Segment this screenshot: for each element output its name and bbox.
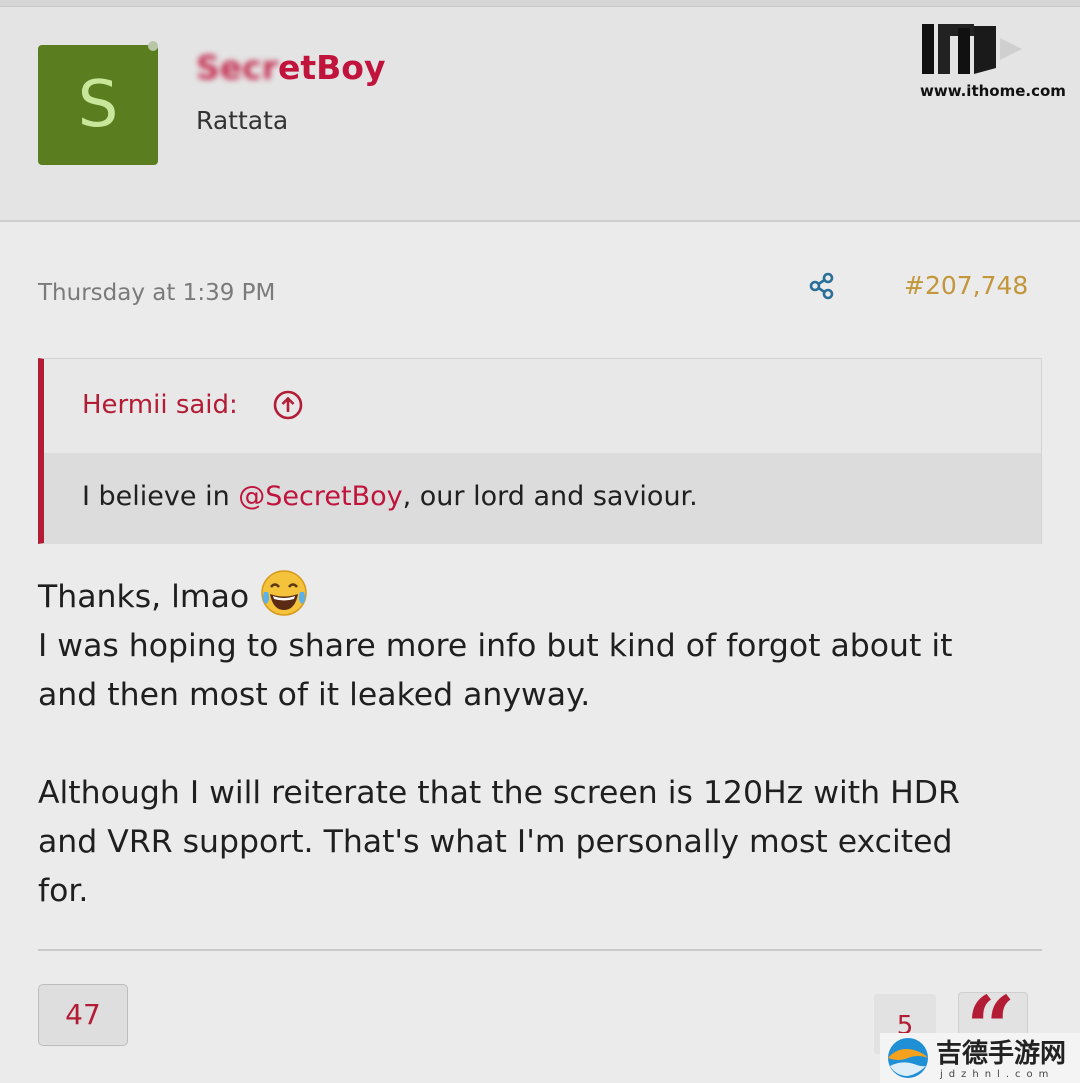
top-strip bbox=[0, 0, 1080, 7]
message-line: Thanks, lmao bbox=[38, 568, 1038, 622]
message-line-1: Thanks, lmao bbox=[38, 579, 250, 615]
footer-divider bbox=[38, 949, 1042, 951]
user-title: Rattata bbox=[196, 106, 289, 135]
post-timestamp[interactable]: Thursday at 1:39 PM bbox=[38, 276, 275, 310]
message-line-2: I was hoping to share more info but kind… bbox=[38, 628, 953, 664]
laughing-tears-emoji-icon bbox=[261, 570, 307, 616]
quote-author[interactable]: Hermii said: bbox=[82, 387, 238, 423]
post-author-header bbox=[0, 7, 1080, 222]
message-line-5: and VRR support. That's what I'm persona… bbox=[38, 824, 953, 860]
watermark2-text: 吉德手游网 bbox=[936, 1039, 1067, 1069]
quote-header: Hermii said: bbox=[44, 359, 1041, 453]
message-line-6: for. bbox=[38, 873, 89, 909]
username-link[interactable]: SecretBoy bbox=[196, 46, 385, 90]
quote-text: I believe in @SecretBoy, our lord and sa… bbox=[82, 477, 698, 517]
reaction-count-button[interactable]: 47 bbox=[38, 984, 128, 1046]
online-indicator bbox=[148, 41, 158, 51]
post-number-link[interactable]: #207,748 bbox=[904, 268, 1028, 304]
watermark-url: www.ithome.com bbox=[920, 82, 1066, 100]
quote-text-before: I believe in bbox=[82, 481, 239, 512]
username-obscured: Secr bbox=[196, 48, 278, 87]
share-icon[interactable] bbox=[806, 270, 838, 302]
message-body: Thanks, lmao I was hoping to share more … bbox=[38, 568, 1038, 916]
quote-text-after: , our lord and saviour. bbox=[402, 481, 698, 512]
quote-block: Hermii said: I believe in @SecretBoy, ou… bbox=[38, 358, 1042, 544]
jdzhnl-logo-icon bbox=[888, 1038, 928, 1078]
username-text: etBoy bbox=[277, 48, 386, 87]
avatar[interactable]: S bbox=[38, 45, 158, 165]
quote-content: I believe in @SecretBoy, our lord and sa… bbox=[44, 453, 1041, 544]
user-mention-link[interactable]: @SecretBoy bbox=[238, 481, 402, 512]
message-line-3: and then most of it leaked anyway. bbox=[38, 677, 591, 713]
arrow-up-circle-icon[interactable] bbox=[272, 389, 304, 421]
watermark2-sub: jdzhnl.com bbox=[940, 1069, 1055, 1080]
message-line-4: Although I will reiterate that the scree… bbox=[38, 775, 960, 811]
ithome-logo-icon bbox=[922, 24, 1022, 74]
